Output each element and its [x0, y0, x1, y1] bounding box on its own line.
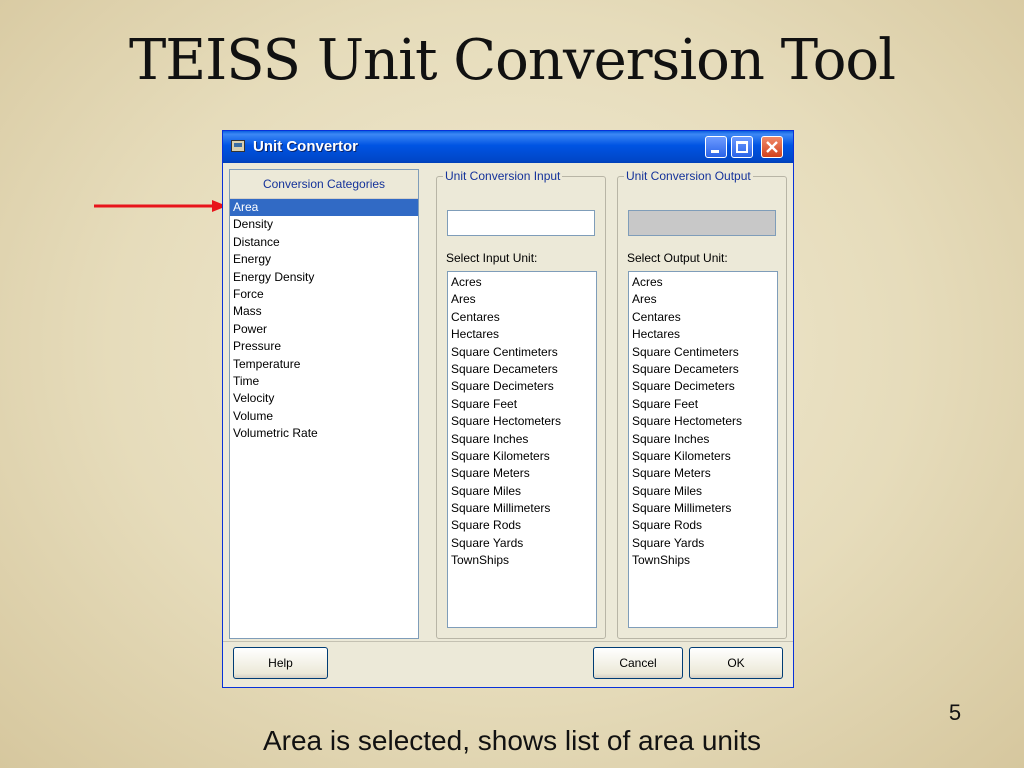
- output-unit-item[interactable]: Square Kilometers: [629, 448, 777, 465]
- slide-caption: Area is selected, shows list of area uni…: [262, 725, 761, 756]
- unit-conversion-output-group: Unit Conversion Output Select Output Uni…: [617, 169, 787, 639]
- input-unit-item[interactable]: Centares: [448, 309, 596, 326]
- output-unit-item[interactable]: Centares: [629, 309, 777, 326]
- category-list-item[interactable]: Temperature: [230, 356, 418, 373]
- input-unit-item[interactable]: Square Feet: [448, 396, 596, 413]
- help-mnemonic: H: [268, 656, 277, 670]
- help-label: elp: [276, 656, 293, 670]
- slide-number: 5: [948, 700, 962, 725]
- input-unit-item[interactable]: Acres: [448, 274, 596, 291]
- output-unit-item[interactable]: Square Feet: [629, 396, 777, 413]
- slide-title: TEISS Unit Conversion Tool: [128, 28, 896, 93]
- unit-convertor-window: Unit Convertor Conversion Categories Are…: [222, 130, 794, 688]
- input-unit-item[interactable]: Square Decimeters: [448, 378, 596, 395]
- window-titlebar[interactable]: Unit Convertor: [223, 131, 793, 163]
- input-value-field[interactable]: [447, 210, 595, 236]
- category-list-item[interactable]: Distance: [230, 234, 418, 251]
- output-unit-item[interactable]: Square Rods: [629, 517, 777, 534]
- close-icon: [766, 141, 778, 153]
- output-unit-item[interactable]: Acres: [629, 274, 777, 291]
- category-items: Area Density Distance Energy Energy Density F…: [230, 199, 418, 442]
- input-unit-item[interactable]: Hectares: [448, 326, 596, 343]
- input-unit-item[interactable]: Square Millimeters: [448, 500, 596, 517]
- unit-conversion-input-group: Unit Conversion Input Select Input Unit:…: [436, 169, 606, 639]
- output-unit-item[interactable]: Square Yards: [629, 535, 777, 552]
- output-unit-item[interactable]: TownShips: [629, 552, 777, 569]
- select-output-unit-label: Select Output Unit:: [627, 251, 728, 265]
- input-unit-item[interactable]: Square Miles: [448, 483, 596, 500]
- output-unit-item[interactable]: Square Decimeters: [629, 378, 777, 395]
- output-unit-item[interactable]: Square Miles: [629, 483, 777, 500]
- minimize-button[interactable]: [705, 136, 727, 158]
- output-unit-list[interactable]: Acres Ares Centares Hectares Square Centimet…: [628, 271, 778, 628]
- category-list-item[interactable]: Force: [230, 286, 418, 303]
- app-window-icon: [231, 140, 245, 152]
- cancel-button[interactable]: Cancel: [593, 647, 683, 679]
- annotation-arrow-icon: [94, 200, 227, 212]
- maximize-button[interactable]: [731, 136, 753, 158]
- output-unit-item[interactable]: Square Hectometers: [629, 413, 777, 430]
- category-list-item[interactable]: Velocity: [230, 390, 418, 407]
- input-unit-item[interactable]: Square Hectometers: [448, 413, 596, 430]
- select-input-unit-label: Select Input Unit:: [446, 251, 538, 265]
- input-unit-item[interactable]: Square Rods: [448, 517, 596, 534]
- category-list-item[interactable]: Mass: [230, 303, 418, 320]
- category-list-item[interactable]: Density: [230, 216, 418, 233]
- input-unit-item[interactable]: Square Meters: [448, 465, 596, 482]
- category-list-item[interactable]: Energy: [230, 251, 418, 268]
- category-list-item[interactable]: Pressure: [230, 338, 418, 355]
- input-unit-list[interactable]: Acres Ares Centares Hectares Square Centimet…: [447, 271, 597, 628]
- input-unit-item[interactable]: Square Yards: [448, 535, 596, 552]
- close-button[interactable]: [761, 136, 783, 158]
- input-unit-item[interactable]: Square Kilometers: [448, 448, 596, 465]
- input-unit-item[interactable]: Square Centimeters: [448, 344, 596, 361]
- output-value-field: [628, 210, 776, 236]
- button-divider: [223, 641, 793, 642]
- output-group-label: Unit Conversion Output: [624, 169, 753, 183]
- output-unit-item[interactable]: Square Inches: [629, 431, 777, 448]
- output-unit-item[interactable]: Hectares: [629, 326, 777, 343]
- input-unit-item[interactable]: Ares: [448, 291, 596, 308]
- category-list-item[interactable]: Power: [230, 321, 418, 338]
- window-title: Unit Convertor: [253, 138, 358, 155]
- input-unit-item[interactable]: Square Inches: [448, 431, 596, 448]
- category-list-item[interactable]: Volumetric Rate: [230, 425, 418, 442]
- output-unit-item[interactable]: Square Decameters: [629, 361, 777, 378]
- output-unit-item[interactable]: Ares: [629, 291, 777, 308]
- output-unit-item[interactable]: Square Meters: [629, 465, 777, 482]
- input-unit-item[interactable]: TownShips: [448, 552, 596, 569]
- output-unit-item[interactable]: Square Millimeters: [629, 500, 777, 517]
- conversion-categories-header[interactable]: Conversion Categories: [230, 170, 418, 199]
- category-list-item[interactable]: Energy Density: [230, 269, 418, 286]
- category-list-item[interactable]: Time: [230, 373, 418, 390]
- input-unit-item[interactable]: Square Decameters: [448, 361, 596, 378]
- help-button[interactable]: Help: [233, 647, 328, 679]
- category-list-item[interactable]: Area: [230, 199, 418, 217]
- category-list-item[interactable]: Volume: [230, 408, 418, 425]
- conversion-categories-list: Conversion Categories Area Density Distanc…: [229, 169, 419, 639]
- output-unit-item[interactable]: Square Centimeters: [629, 344, 777, 361]
- ok-button[interactable]: OK: [689, 647, 783, 679]
- input-group-label: Unit Conversion Input: [443, 169, 563, 183]
